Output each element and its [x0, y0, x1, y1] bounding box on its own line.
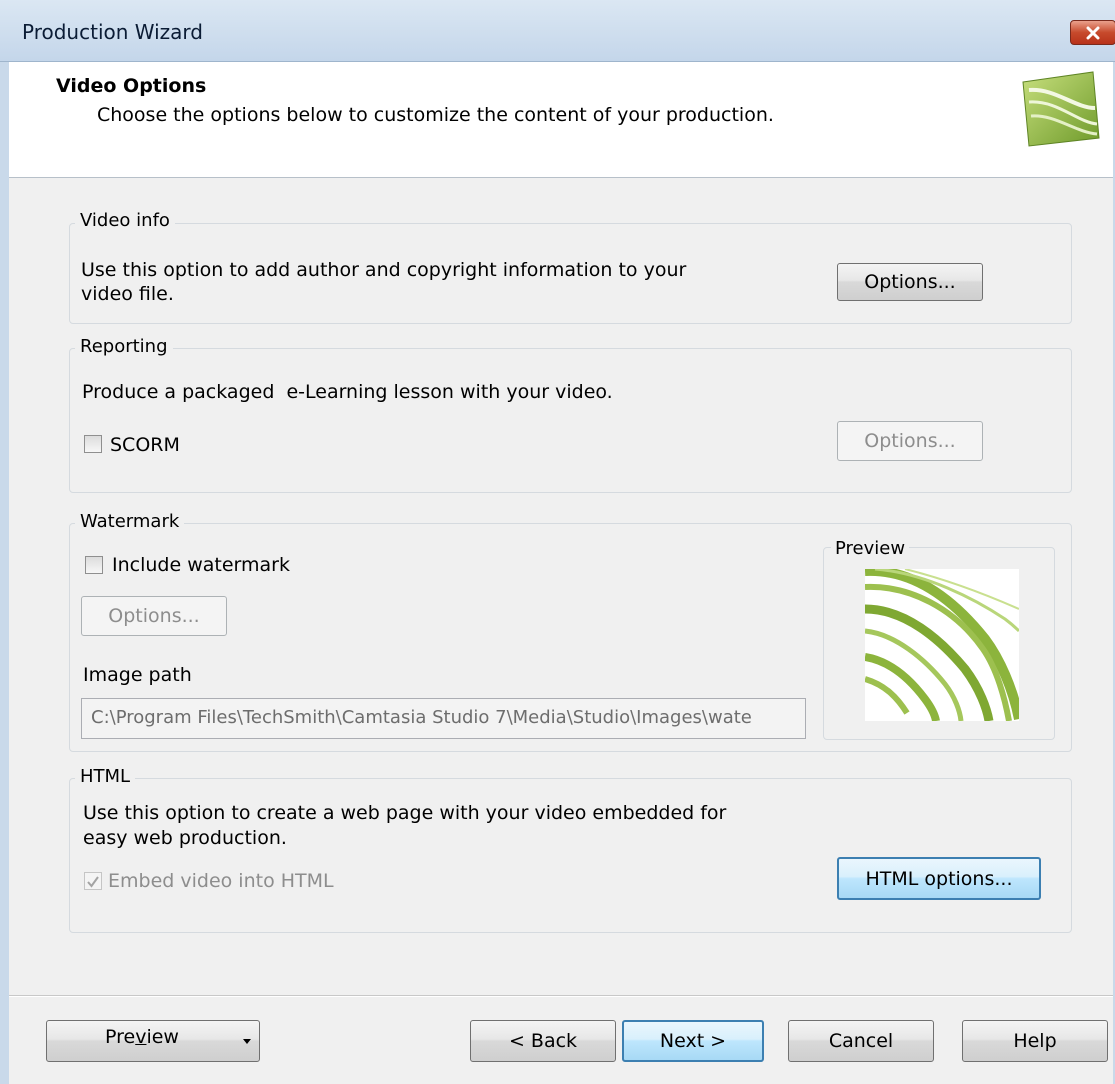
watermark-swirl-icon — [865, 569, 1019, 721]
page-subtitle: Choose the options below to customize th… — [97, 104, 774, 126]
scorm-label[interactable]: SCORM — [110, 434, 180, 456]
embed-video-label[interactable]: Embed video into HTML — [108, 870, 334, 892]
reporting-legend: Reporting — [75, 336, 173, 357]
checkmark-icon — [87, 876, 99, 888]
scorm-checkbox[interactable] — [84, 435, 102, 453]
reporting-options-button[interactable]: Options... — [837, 421, 983, 461]
production-wizard-window: Production Wizard Video Options Choose t… — [0, 0, 1115, 1084]
preview-label: Preview — [105, 1026, 179, 1048]
reporting-description: Produce a packaged e-Learning lesson wit… — [82, 381, 613, 403]
preview-legend: Preview — [831, 538, 910, 559]
close-button[interactable] — [1070, 20, 1115, 45]
html-description-line1: Use this option to create a web page wit… — [83, 802, 727, 824]
next-button[interactable]: Next > — [622, 1020, 764, 1062]
footer-separator — [9, 995, 1113, 997]
include-watermark-checkbox[interactable] — [85, 556, 103, 574]
include-watermark-label[interactable]: Include watermark — [112, 554, 290, 576]
window-title: Production Wizard — [22, 20, 203, 44]
page-title: Video Options — [56, 75, 207, 97]
title-bar[interactable]: Production Wizard — [0, 0, 1115, 62]
cancel-button[interactable]: Cancel — [788, 1020, 934, 1062]
preview-dropdown-button[interactable]: Preview — [46, 1020, 260, 1062]
video-info-description-line2: video file. — [81, 283, 174, 305]
wizard-header: Video Options Choose the options below t… — [9, 62, 1113, 178]
embed-video-checkbox[interactable] — [84, 872, 102, 890]
image-path-field[interactable]: C:\Program Files\TechSmith\Camtasia Stud… — [81, 698, 806, 739]
html-legend: HTML — [75, 766, 136, 787]
watermark-options-button[interactable]: Options... — [81, 596, 227, 636]
watermark-legend: Watermark — [75, 511, 185, 532]
back-button[interactable]: < Back — [470, 1020, 616, 1062]
dropdown-arrow-icon — [243, 1039, 251, 1044]
image-path-label: Image path — [83, 664, 192, 686]
camtasia-logo-icon — [1022, 71, 1100, 147]
video-info-legend: Video info — [75, 210, 175, 231]
html-options-button[interactable]: HTML options... — [837, 857, 1041, 900]
close-icon — [1086, 26, 1100, 39]
html-description-line2: easy web production. — [83, 827, 287, 849]
help-button[interactable]: Help — [962, 1020, 1108, 1062]
watermark-preview-image — [865, 569, 1019, 721]
video-info-options-button[interactable]: Options... — [837, 263, 983, 301]
video-info-description-line1: Use this option to add author and copyri… — [81, 259, 687, 281]
